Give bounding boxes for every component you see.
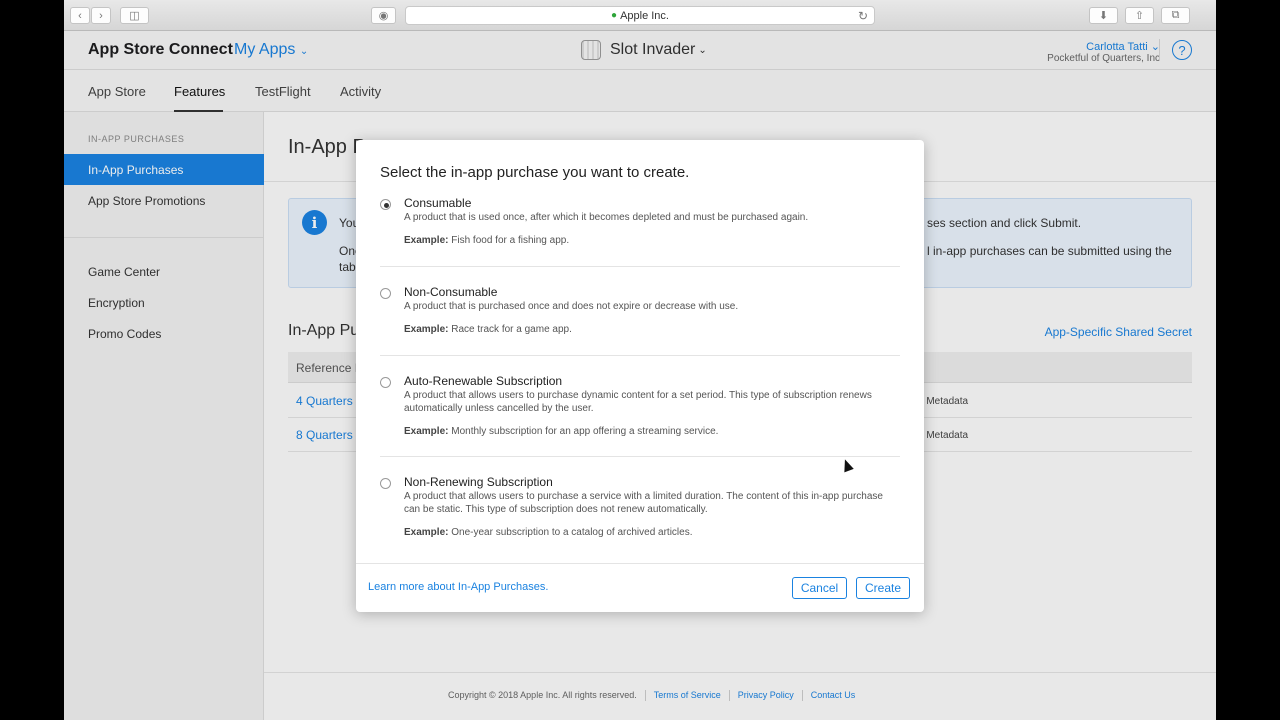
cancel-button[interactable]: Cancel [792,577,847,599]
example-label: Example: [404,235,449,246]
dialog-title: Select the in-app purchase you want to c… [380,164,690,181]
chevron-right-icon[interactable]: › [91,7,111,24]
create-button[interactable]: Create [856,577,910,599]
example-label: Example: [404,426,449,437]
option-consumable[interactable]: Consumable A product that is used once, … [380,196,900,256]
option-example: Example: Fish food for a fishing app. [404,235,569,246]
example-text: Race track for a game app. [451,324,572,335]
option-description: A product that is purchased once and doe… [404,301,739,312]
radio-non-renewing[interactable] [380,478,391,489]
url-bar[interactable]: ● Apple Inc. ↻ [405,6,875,25]
option-non-renewing[interactable]: Non-Renewing Subscription A product that… [380,475,900,540]
example-label: Example: [404,527,449,538]
option-divider [380,456,900,457]
browser-toolbar: ‹ › ◫ ◉ ● Apple Inc. ↻ ⬇ ⇧ ⧉ [64,0,1216,31]
option-description: A product that is used once, after which… [404,212,809,223]
radio-consumable[interactable] [380,199,391,210]
lock-icon: ● [611,10,618,21]
screen: ‹ › ◫ ◉ ● Apple Inc. ↻ ⬇ ⇧ ⧉ App Store C… [64,0,1216,720]
example-text: One-year subscription to a catalog of ar… [451,527,693,538]
chevron-left-icon[interactable]: ‹ [70,7,90,24]
radio-non-consumable[interactable] [380,288,391,299]
privacy-icon[interactable]: ◉ [371,7,396,24]
sidebar-toggle-icon[interactable]: ◫ [120,7,149,24]
example-text: Fish food for a fishing app. [451,235,570,246]
url-text: Apple Inc. [620,9,669,22]
option-name: Non-Renewing Subscription [404,475,553,489]
example-text: Monthly subscription for an app offering… [451,426,719,437]
share-icon[interactable]: ⇧ [1125,7,1154,24]
option-name: Auto-Renewable Subscription [404,374,563,388]
option-name: Consumable [404,196,472,210]
option-description: A product that allows users to purchase … [404,390,872,414]
create-iap-dialog: Select the in-app purchase you want to c… [356,140,924,612]
dialog-footer-divider [356,563,924,564]
example-label: Example: [404,324,449,335]
option-example: Example: Race track for a game app. [404,324,572,335]
option-non-consumable[interactable]: Non-Consumable A product that is purchas… [380,285,900,345]
option-name: Non-Consumable [404,285,498,299]
option-description: A product that allows users to purchase … [404,491,883,515]
option-auto-renewable[interactable]: Auto-Renewable Subscription A product th… [380,374,900,439]
option-example: Example: Monthly subscription for an app… [404,426,718,437]
download-icon[interactable]: ⬇ [1089,7,1118,24]
option-divider [380,355,900,356]
radio-auto-renewable[interactable] [380,377,391,388]
option-example: Example: One-year subscription to a cata… [404,527,692,538]
option-divider [380,266,900,267]
learn-more-link[interactable]: Learn more about In-App Purchases. [368,581,548,593]
reload-icon[interactable]: ↻ [858,9,868,23]
tabs-icon[interactable]: ⧉ [1161,7,1190,24]
